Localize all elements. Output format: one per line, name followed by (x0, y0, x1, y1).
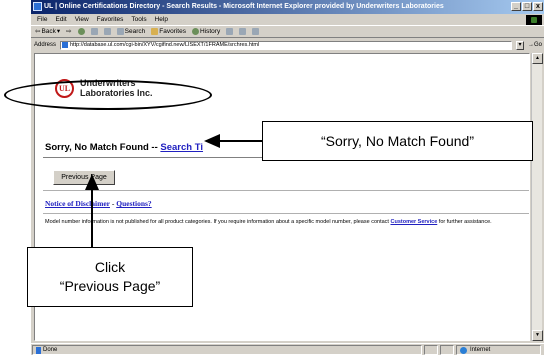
security-zone: Internet (456, 345, 541, 355)
refresh-button[interactable] (90, 26, 98, 37)
vertical-scrollbar[interactable]: ▲ ▼ (531, 53, 543, 341)
window-title: UL | Online Certifications Directory - S… (44, 3, 444, 10)
menu-tools[interactable]: Tools (131, 14, 146, 25)
status-cell (424, 345, 438, 355)
heading-separator: -- (148, 142, 161, 153)
go-label: Go (534, 42, 543, 48)
address-bar: Address http://database.ul.com/cgi-bin/X… (31, 39, 544, 51)
zone-text: Internet (470, 347, 491, 353)
forward-arrow-icon: ⇨ (66, 28, 72, 35)
page-icon (62, 42, 68, 48)
mail-icon (226, 28, 234, 35)
history-button[interactable]: History (191, 26, 221, 37)
scroll-up-button[interactable]: ▲ (532, 53, 543, 64)
forward-button[interactable]: ⇨ (66, 26, 71, 37)
menu-help[interactable]: Help (155, 14, 168, 25)
highlight-ellipse (4, 80, 212, 110)
callout-no-match: “Sorry, No Match Found” (262, 121, 533, 161)
favorites-button[interactable]: Favorites (151, 26, 186, 37)
disclaimer-link[interactable]: Notice of Disclaimer (45, 199, 110, 208)
status-bar: Done Internet (31, 343, 544, 355)
home-button[interactable] (103, 26, 111, 37)
back-arrow-icon: ⇦ (35, 28, 41, 35)
status-text: Done (43, 347, 58, 353)
history-icon (191, 28, 199, 35)
favorites-label: Favorites (159, 28, 186, 35)
status-cell (440, 345, 454, 355)
history-label: History (199, 28, 221, 35)
back-label: Back (41, 28, 56, 35)
menu-view[interactable]: View (75, 14, 89, 25)
menu-bar: File Edit View Favorites Tools Help (31, 14, 544, 25)
internet-globe-icon (460, 346, 467, 354)
search-button[interactable]: Search (116, 26, 146, 37)
home-icon (103, 28, 111, 35)
toolbar: ⇦ Back ▾ ⇨ Search Favorites History (31, 25, 544, 38)
minimize-button[interactable]: _ (511, 2, 521, 11)
customer-service-link[interactable]: Customer Service (390, 219, 437, 225)
callout-line-2: “Previous Page” (59, 278, 161, 294)
footer-links: Notice of Disclaimer - Questions? (45, 199, 152, 208)
refresh-icon (90, 28, 98, 35)
title-bar: UL | Online Certifications Directory - S… (31, 0, 544, 14)
no-match-text: Sorry, No Match Found (45, 142, 149, 153)
close-button[interactable]: x (533, 2, 543, 11)
menu-favorites[interactable]: Favorites (97, 14, 124, 25)
back-button[interactable]: ⇦ Back ▾ (35, 26, 60, 37)
menu-edit[interactable]: Edit (55, 14, 66, 25)
callout-line-1: Click (94, 259, 126, 275)
search-label: Search (124, 28, 146, 35)
mail-button[interactable] (226, 26, 234, 37)
scroll-down-button[interactable]: ▼ (532, 330, 543, 341)
address-label: Address (34, 42, 57, 48)
result-heading: Sorry, No Match Found -- Search Ti (45, 142, 203, 153)
model-number-note: Model number information is not publishe… (45, 218, 525, 226)
address-input[interactable]: http://database.ul.com/cgi-bin/XYV/cgifi… (60, 40, 512, 50)
windows-logo-icon (526, 15, 542, 25)
favorites-icon (151, 28, 159, 35)
status-main: Done (32, 345, 422, 355)
divider (43, 190, 529, 191)
go-button[interactable]: →Go (528, 39, 542, 51)
questions-link[interactable]: Questions? (116, 199, 151, 208)
divider (43, 213, 529, 214)
print-button[interactable] (239, 26, 247, 37)
page-done-icon (36, 346, 41, 354)
previous-page-button[interactable]: Previous Page (53, 170, 115, 185)
note-text-end: for further assistance. (438, 219, 492, 225)
address-url: http://database.ul.com/cgi-bin/XYV/cgifi… (70, 42, 260, 48)
maximize-button[interactable]: □ (522, 2, 532, 11)
note-text: Model number information is not publishe… (45, 219, 389, 225)
stop-button[interactable] (77, 26, 85, 37)
edit-icon (252, 28, 260, 35)
search-tips-link[interactable]: Search Ti (160, 142, 203, 153)
print-icon (239, 28, 247, 35)
address-dropdown-button[interactable]: ▾ (516, 40, 524, 50)
callout-previous-page: Click “Previous Page” (27, 247, 193, 307)
menu-file[interactable]: File (37, 14, 47, 25)
ie-icon (33, 2, 42, 11)
search-icon (116, 28, 124, 35)
window-controls: _ □ x (511, 2, 543, 11)
edit-button[interactable] (252, 26, 260, 37)
dropdown-icon: ▾ (56, 28, 61, 35)
stop-icon (77, 28, 85, 35)
